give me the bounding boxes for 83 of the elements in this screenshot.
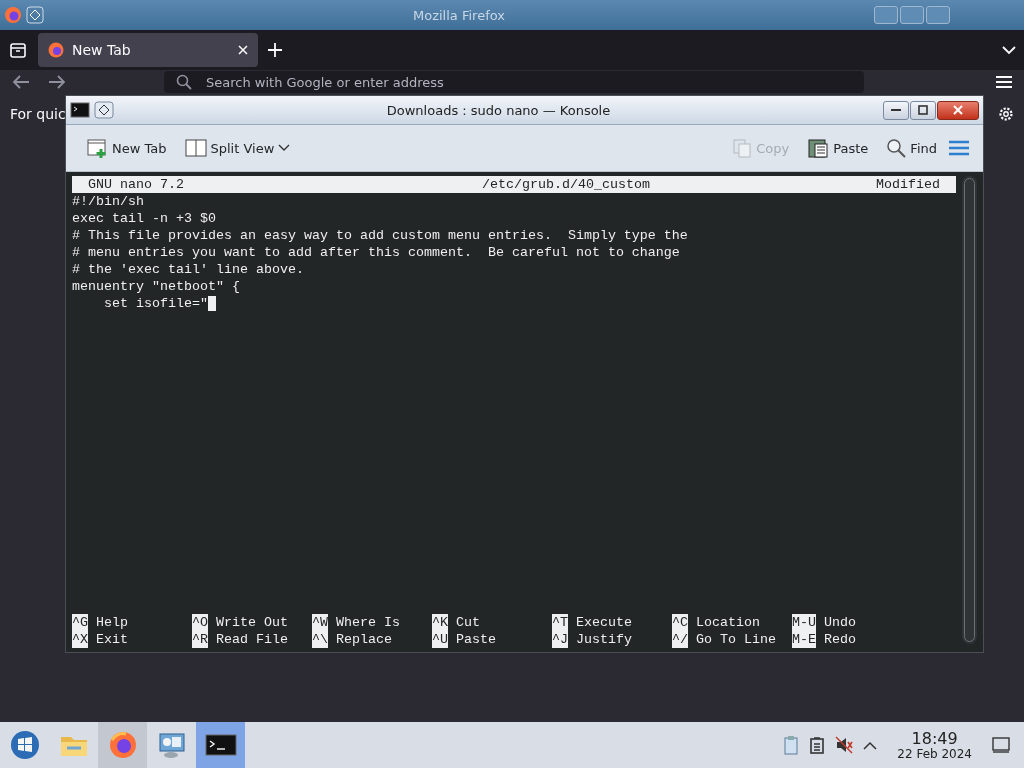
- shortcut-label: Where Is: [336, 614, 400, 631]
- find-button[interactable]: Find: [880, 134, 943, 162]
- close-button[interactable]: [937, 100, 979, 120]
- shortcut-label: Paste: [456, 631, 496, 648]
- browser-tab[interactable]: New Tab: [38, 33, 258, 67]
- address-bar[interactable]: Search with Google or enter address: [164, 71, 864, 93]
- firefox-icon: [4, 6, 22, 24]
- shortcut-key: ^C: [672, 614, 688, 631]
- plus-icon[interactable]: [268, 43, 282, 57]
- shortcut-label: Help: [96, 614, 128, 631]
- code-line: # menu entries you want to add after this comment. Be careful not to change: [72, 244, 680, 261]
- shortcut-key: ^O: [192, 614, 208, 631]
- shortcut-key: ^R: [192, 631, 208, 648]
- shortcut-label: Location: [696, 614, 760, 631]
- shortcut-label: Replace: [336, 631, 392, 648]
- clock-date[interactable]: 22 Feb 2024: [897, 746, 972, 761]
- terminal-icon: [70, 102, 90, 118]
- shortcut-key: ^J: [552, 631, 568, 648]
- firefox-icon: [107, 730, 138, 760]
- shortcut-key: M-U: [792, 614, 816, 631]
- clipboard-icon[interactable]: [783, 735, 800, 755]
- shortcut-key: ^W: [312, 614, 328, 631]
- search-icon: [176, 74, 192, 90]
- forward-arrow-icon[interactable]: [48, 74, 66, 90]
- chevron-up-icon[interactable]: [863, 740, 878, 750]
- window-title: Mozilla Firefox: [412, 7, 506, 23]
- start-orb-icon: [9, 730, 40, 760]
- split-view-icon: [184, 138, 207, 158]
- split-view-button[interactable]: Split View: [178, 134, 297, 162]
- caret-icon: [278, 144, 291, 152]
- copy-icon: [732, 138, 753, 158]
- bookmarks-hint-text: For quic: [10, 106, 66, 122]
- paste-button[interactable]: Paste: [801, 133, 875, 163]
- minimize-icon: [891, 109, 901, 111]
- show-desktop-icon[interactable]: [992, 737, 1010, 753]
- search-icon: [886, 138, 907, 158]
- shortcut-key: ^G: [72, 614, 88, 631]
- clock-time[interactable]: 18:49: [911, 729, 958, 747]
- file-path: /etc/grub.d/40_custom: [481, 176, 651, 193]
- code-line: # This file provides an easy way to add custom menu entries. Simply type the: [72, 227, 688, 244]
- code-line: exec tail -n +3 $0: [72, 210, 216, 227]
- shortcut-key: ^U: [432, 631, 448, 648]
- shortcut-label: Write Out: [216, 614, 288, 631]
- monitor-icon: [156, 730, 187, 760]
- shortcut-key: ^/: [672, 631, 688, 648]
- shortcut-label: Justify: [576, 631, 632, 648]
- chevron-down-icon[interactable]: [1002, 45, 1016, 55]
- muted-speaker-icon[interactable]: [835, 736, 854, 754]
- code-line: #!/bin/sh: [72, 193, 144, 210]
- firefox-icon: [48, 42, 64, 58]
- shortcut-key: ^K: [432, 614, 448, 631]
- maximize-icon: [918, 105, 928, 115]
- minimize-button[interactable]: [883, 100, 909, 120]
- tab-list-icon[interactable]: [8, 40, 28, 60]
- maximize-button[interactable]: [910, 100, 936, 120]
- close-icon[interactable]: [238, 45, 248, 55]
- shortcut-label: Undo: [824, 614, 856, 631]
- shortcut-label: Exit: [96, 631, 128, 648]
- shortcut-label: Redo: [824, 631, 856, 648]
- new-tab-button[interactable]: New Tab: [80, 133, 173, 163]
- gear-icon[interactable]: [998, 106, 1014, 122]
- taskbar-button[interactable]: [196, 722, 245, 768]
- shortcut-key: M-E: [792, 631, 816, 648]
- pin-icon[interactable]: [94, 101, 114, 119]
- nano-version: GNU nano 7.2: [87, 176, 185, 193]
- notes-icon[interactable]: [809, 736, 826, 754]
- shortcut-key: ^X: [72, 631, 88, 648]
- shortcut-label: Read File: [216, 631, 288, 648]
- code-line: menuentry "netboot" {: [72, 278, 240, 295]
- modified-status: Modified: [875, 176, 941, 193]
- new-tab-icon: [86, 137, 108, 159]
- shortcut-label: Cut: [456, 614, 480, 631]
- back-arrow-icon[interactable]: [12, 74, 30, 90]
- code-line: set isofile=": [103, 295, 208, 312]
- shortcut-label: Execute: [576, 614, 632, 631]
- code-line: # the 'exec tail' line above.: [72, 261, 304, 278]
- shortcut-key: ^\: [312, 631, 328, 648]
- taskbar-button[interactable]: [98, 722, 147, 768]
- shortcut-label: Go To Line: [696, 631, 776, 648]
- window-title: Downloads : sudo nano — Konsole: [385, 102, 612, 118]
- shortcut-key: ^T: [552, 614, 568, 631]
- clipboard-icon: [807, 137, 830, 159]
- close-icon: [953, 105, 963, 115]
